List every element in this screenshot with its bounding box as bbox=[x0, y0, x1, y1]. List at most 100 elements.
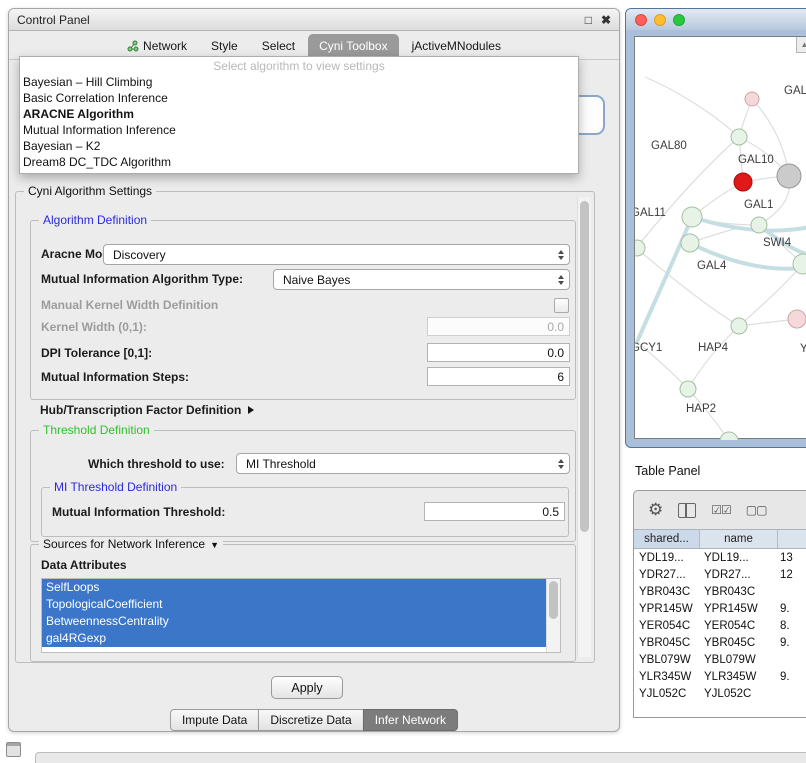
network-node-label: Y bbox=[800, 343, 806, 355]
table-row[interactable]: YBR045CYBR045C9. bbox=[634, 634, 806, 651]
tab-discretize-data[interactable]: Discretize Data bbox=[258, 709, 363, 731]
float-window-icon[interactable]: □ bbox=[585, 14, 592, 26]
data-attribute-item[interactable]: TopologicalCoefficient bbox=[42, 596, 560, 613]
data-attribute-item[interactable]: BetweennessCentrality bbox=[42, 613, 560, 630]
minimize-traffic-light-icon[interactable] bbox=[654, 14, 666, 26]
column-browser-icon[interactable] bbox=[678, 503, 696, 518]
algorithm-option[interactable]: Bayesian – Hill Climbing bbox=[20, 74, 578, 90]
attributes-scrollbar[interactable] bbox=[546, 579, 560, 652]
close-traffic-light-icon[interactable] bbox=[635, 14, 647, 26]
table-row[interactable]: YJL052CYJL052C bbox=[634, 685, 806, 702]
mi-threshold-label: Mutual Information Threshold: bbox=[52, 505, 225, 519]
kernel-width-label: Kernel Width (0,1): bbox=[41, 320, 147, 334]
table-cell: 9. bbox=[778, 671, 806, 683]
table-row[interactable]: YPR145WYPR145W9. bbox=[634, 600, 806, 617]
network-node[interactable] bbox=[682, 207, 702, 227]
table-cell: YBR045C bbox=[634, 637, 700, 649]
table-row[interactable]: YDL19...YDL19...13 bbox=[634, 549, 806, 566]
dpi-tolerance-label: DPI Tolerance [0,1]: bbox=[41, 346, 152, 360]
kernel-width-field[interactable]: 0.0 bbox=[427, 317, 570, 336]
table-row[interactable]: YDR27...YDR27...12 bbox=[634, 566, 806, 583]
settings-scrollbar-thumb[interactable] bbox=[580, 201, 589, 532]
tab-infer-network[interactable]: Infer Network bbox=[363, 709, 458, 731]
sources-group: Sources for Network Inference▼ Data Attr… bbox=[30, 544, 576, 662]
stepper-arrows-icon bbox=[558, 275, 564, 285]
network-node-label: HAP2 bbox=[686, 403, 716, 415]
table-row[interactable]: YER054CYER054C8. bbox=[634, 617, 806, 634]
mi-type-select[interactable]: Naive Bayes bbox=[273, 269, 570, 290]
network-node[interactable] bbox=[751, 217, 767, 233]
column-header-cut[interactable] bbox=[778, 530, 806, 548]
network-edge bbox=[645, 77, 739, 137]
network-window-titlebar[interactable] bbox=[626, 9, 806, 30]
algorithm-option[interactable]: Basic Correlation Inference bbox=[20, 90, 578, 106]
data-attributes-list: SelfLoopsTopologicalCoefficientBetweenne… bbox=[41, 578, 561, 653]
network-view-window: GALGAL80GAL10GAL11GAL1SWI4GAL4GCY1HAP4YH… bbox=[625, 8, 806, 448]
table-cell: YBR045C bbox=[700, 637, 778, 649]
network-canvas[interactable]: GALGAL80GAL10GAL11GAL1SWI4GAL4GCY1HAP4YH… bbox=[634, 36, 806, 439]
data-attributes-items: SelfLoopsTopologicalCoefficientBetweenne… bbox=[42, 579, 560, 647]
network-node[interactable] bbox=[680, 381, 696, 397]
table-cell: YPR145W bbox=[634, 603, 700, 615]
network-node[interactable] bbox=[720, 432, 738, 440]
data-attribute-item[interactable]: gal4RGexp bbox=[42, 630, 560, 647]
table-cell: 8. bbox=[778, 620, 806, 632]
mi-steps-label: Mutual Information Steps: bbox=[41, 370, 189, 384]
network-node-label: GCY1 bbox=[635, 342, 662, 354]
control-panel-titlebar[interactable]: Control Panel □ ✖ bbox=[9, 9, 619, 31]
network-node[interactable] bbox=[777, 164, 801, 188]
bottom-panel-edge bbox=[35, 752, 806, 763]
close-window-icon[interactable]: ✖ bbox=[601, 14, 611, 26]
sources-group-title[interactable]: Sources for Network Inference▼ bbox=[39, 537, 223, 551]
data-attribute-item[interactable]: SelfLoops bbox=[42, 579, 560, 596]
table-cell: YDL19... bbox=[634, 552, 700, 564]
expand-right-triangle-icon bbox=[248, 406, 254, 414]
table-settings-gear-icon[interactable]: ⚙ bbox=[648, 500, 663, 520]
network-node[interactable] bbox=[681, 234, 699, 252]
minimized-panel-icon[interactable] bbox=[6, 742, 21, 757]
table-panel-title: Table Panel bbox=[635, 464, 700, 478]
network-node[interactable] bbox=[734, 173, 752, 191]
algorithm-option[interactable]: Dream8 DC_TDC Algorithm bbox=[20, 154, 578, 170]
column-header-shared-name[interactable]: shared... bbox=[634, 530, 700, 548]
network-node[interactable] bbox=[745, 92, 759, 106]
dpi-tolerance-field[interactable]: 0.0 bbox=[427, 343, 570, 362]
table-cell: YBR043C bbox=[700, 586, 778, 598]
algorithm-option[interactable]: ARACNE Algorithm bbox=[20, 106, 578, 122]
network-node-label: SWI4 bbox=[763, 237, 792, 249]
table-cell: YBL079W bbox=[634, 654, 700, 666]
manual-kernel-checkbox[interactable] bbox=[554, 298, 569, 313]
table-cell: YJL052C bbox=[634, 688, 700, 700]
tab-impute-data[interactable]: Impute Data bbox=[170, 709, 259, 731]
canvas-scrollbar-stub[interactable]: ▲ bbox=[796, 37, 806, 53]
mi-threshold-field[interactable]: 0.5 bbox=[424, 502, 565, 521]
table-cell: 9. bbox=[778, 603, 806, 615]
table-row[interactable]: YLR345WYLR345W9. bbox=[634, 668, 806, 685]
table-header-row: shared... name bbox=[634, 529, 806, 549]
table-row[interactable]: YBL079WYBL079W bbox=[634, 651, 806, 668]
network-edge bbox=[637, 217, 692, 342]
network-node[interactable] bbox=[731, 129, 747, 145]
network-node[interactable] bbox=[731, 318, 747, 334]
network-node-label: HAP4 bbox=[698, 342, 729, 354]
mi-steps-field[interactable]: 6 bbox=[427, 367, 570, 386]
algorithm-dropdown-items: Bayesian – Hill ClimbingBasic Correlatio… bbox=[20, 74, 578, 170]
select-all-rows-icon[interactable]: ☑☑ bbox=[711, 503, 731, 517]
network-node-label: GAL11 bbox=[635, 207, 666, 219]
which-threshold-select[interactable]: MI Threshold bbox=[236, 453, 570, 474]
hub-tf-definition-toggle[interactable]: Hub/Transcription Factor Definition bbox=[40, 403, 254, 417]
attributes-scrollbar-thumb[interactable] bbox=[549, 581, 558, 619]
network-node-label: GAL4 bbox=[697, 260, 727, 272]
network-node[interactable] bbox=[788, 310, 806, 328]
algorithm-option[interactable]: Bayesian – K2 bbox=[20, 138, 578, 154]
algorithm-option[interactable]: Mutual Information Inference bbox=[20, 122, 578, 138]
zoom-traffic-light-icon[interactable] bbox=[673, 14, 685, 26]
table-row[interactable]: YBR043CYBR043C bbox=[634, 583, 806, 600]
table-panel-toolbar: ⚙ ☑☑ ▢▢ bbox=[634, 491, 806, 529]
settings-scrollbar[interactable] bbox=[577, 197, 591, 657]
aracne-mode-select[interactable]: Discovery bbox=[103, 244, 570, 265]
apply-button[interactable]: Apply bbox=[271, 676, 343, 699]
column-header-name[interactable]: name bbox=[700, 530, 778, 548]
deselect-all-rows-icon[interactable]: ▢▢ bbox=[746, 503, 767, 517]
cyni-algorithm-settings-group: Cyni Algorithm Settings Algorithm Defini… bbox=[15, 191, 595, 663]
